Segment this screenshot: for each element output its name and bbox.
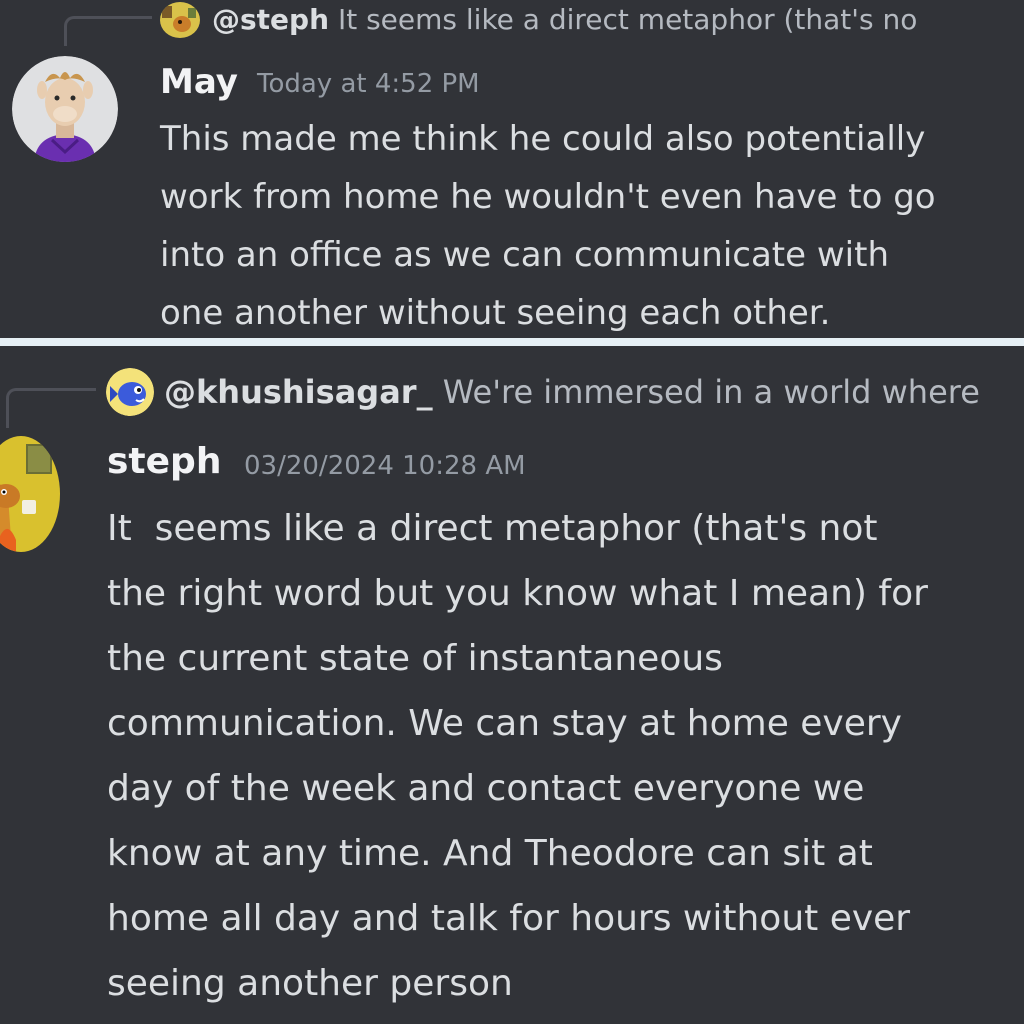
reply-username[interactable]: @steph <box>212 3 329 36</box>
reply-preview[interactable]: @khushisagar_ We're immersed in a world … <box>164 370 980 414</box>
message-may: @steph It seems like a direct metaphor (… <box>0 0 1024 338</box>
reply-username[interactable]: @khushisagar_ <box>164 373 433 411</box>
message-author[interactable]: May <box>160 60 238 104</box>
reply-connector-line <box>6 388 96 428</box>
message-author[interactable]: steph <box>107 438 221 486</box>
message-timestamp: 03/20/2024 10:28 AM <box>244 451 526 481</box>
message-body: It seems like a direct metaphor (that's … <box>107 508 928 1004</box>
reply-preview[interactable]: @steph It seems like a direct metaphor (… <box>212 2 917 38</box>
blue-fish-avatar-icon[interactable] <box>106 368 154 416</box>
this-is-fine-dog-avatar-icon[interactable] <box>0 436 60 552</box>
cartoon-dog-avatar-icon[interactable] <box>160 2 200 38</box>
llama-avatar-icon[interactable] <box>12 56 118 162</box>
reply-snippet: It seems like a direct metaphor (that's … <box>337 3 918 36</box>
screenshot-divider <box>0 338 1024 346</box>
reply-connector-line <box>64 16 152 46</box>
message-timestamp: Today at 4:52 PM <box>257 69 480 99</box>
message-body: This made me think he could also potenti… <box>160 119 936 333</box>
reply-snippet: We're immersed in a world where <box>442 373 980 411</box>
message-steph: @khushisagar_ We're immersed in a world … <box>0 346 1024 1024</box>
